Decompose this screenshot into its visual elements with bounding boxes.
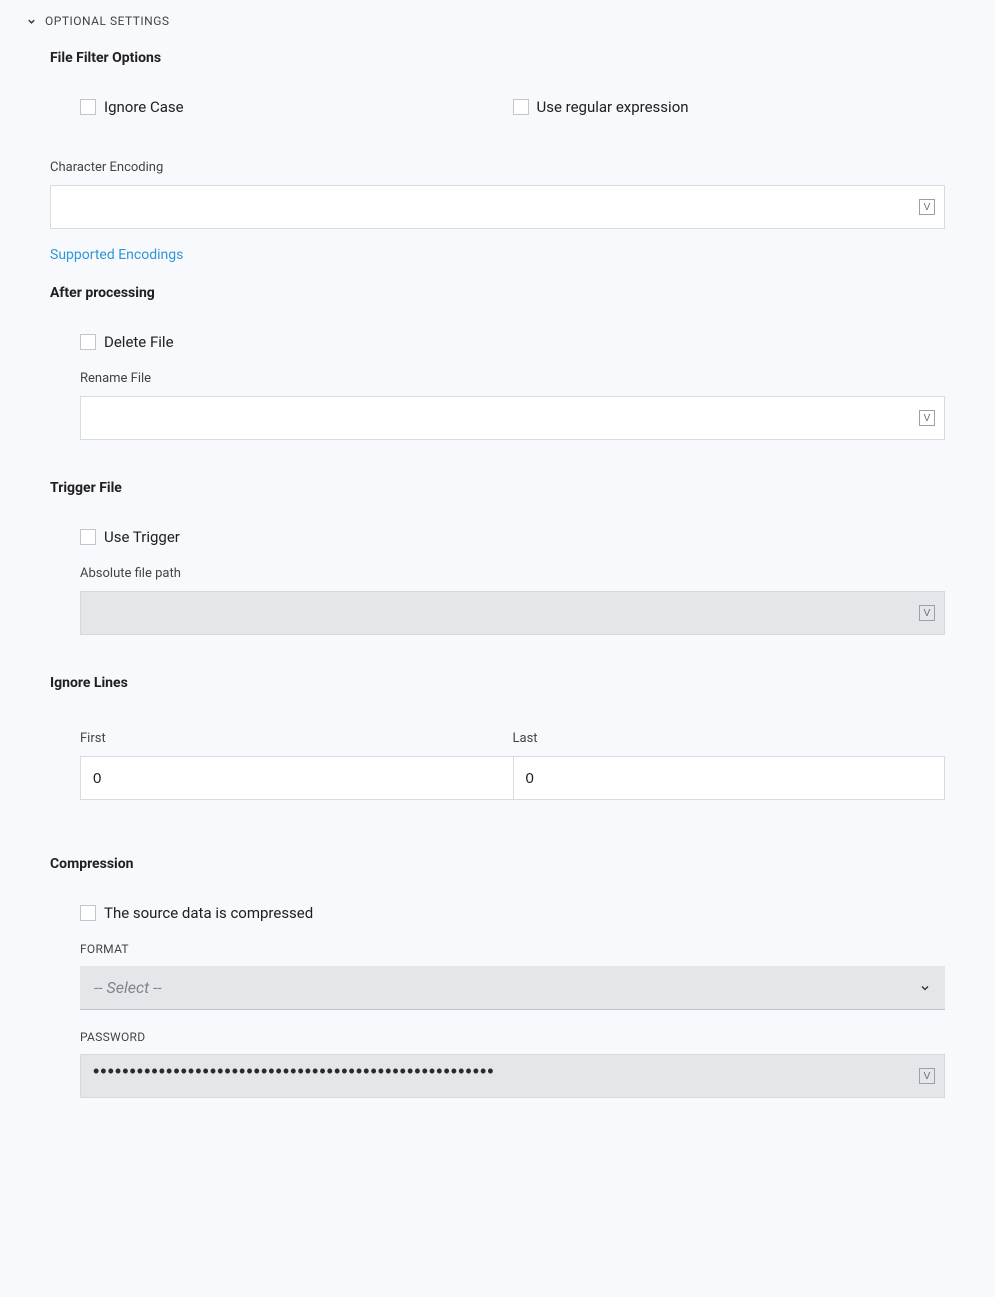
ignore-case-label: Ignore Case [104,98,184,116]
variable-icon[interactable]: V [919,605,935,621]
use-trigger-checkbox[interactable] [80,529,96,545]
variable-icon[interactable]: V [919,199,935,215]
format-label: FORMAT [80,942,945,956]
after-processing-heading: After processing [50,285,945,301]
password-label: PASSWORD [80,1030,945,1044]
ignore-first-label: First [80,731,513,746]
ignore-last-label: Last [513,731,946,746]
rename-file-input-wrap: V [80,396,945,440]
supported-encodings-link[interactable]: Supported Encodings [50,247,183,263]
rename-file-input[interactable] [80,396,945,440]
ignore-case-checkbox[interactable] [80,99,96,115]
use-regex-checkbox-row: Use regular expression [513,98,946,116]
variable-icon[interactable]: V [919,410,935,426]
password-input: ••••••••••••••••••••••••••••••••••••••••… [80,1054,945,1098]
password-input-wrap: ••••••••••••••••••••••••••••••••••••••••… [80,1054,945,1098]
section-header[interactable]: OPTIONAL SETTINGS [0,10,995,32]
compressed-checkbox-row: The source data is compressed [80,904,945,922]
chevron-down-icon [919,982,931,994]
use-trigger-label: Use Trigger [104,528,180,546]
delete-file-checkbox-row: Delete File [80,333,945,351]
compression-heading: Compression [50,856,945,872]
compressed-label: The source data is compressed [104,904,313,922]
use-trigger-checkbox-row: Use Trigger [80,528,945,546]
character-encoding-input-wrap: V [50,185,945,229]
use-regex-checkbox[interactable] [513,99,529,115]
absolute-path-input [80,591,945,635]
character-encoding-label: Character Encoding [50,160,945,175]
delete-file-label: Delete File [104,333,174,351]
absolute-path-label: Absolute file path [80,566,945,581]
optional-settings-panel: OPTIONAL SETTINGS File Filter Options Ig… [0,0,995,1138]
ignore-last-input[interactable] [513,756,946,800]
format-placeholder: -- Select -- [94,978,162,997]
rename-file-label: Rename File [80,371,945,386]
format-select[interactable]: -- Select -- [80,966,945,1010]
chevron-down-icon [26,16,37,27]
ignore-case-checkbox-row: Ignore Case [80,98,513,116]
delete-file-checkbox[interactable] [80,334,96,350]
character-encoding-input[interactable] [50,185,945,229]
compressed-checkbox[interactable] [80,905,96,921]
ignore-lines-heading: Ignore Lines [50,675,945,691]
ignore-first-input[interactable] [80,756,513,800]
trigger-file-heading: Trigger File [50,480,945,496]
use-regex-label: Use regular expression [537,98,689,116]
absolute-path-input-wrap: V [80,591,945,635]
format-select-wrap: -- Select -- [80,966,945,1010]
variable-icon[interactable]: V [919,1068,935,1084]
section-title: OPTIONAL SETTINGS [45,14,170,28]
file-filter-heading: File Filter Options [50,50,945,66]
